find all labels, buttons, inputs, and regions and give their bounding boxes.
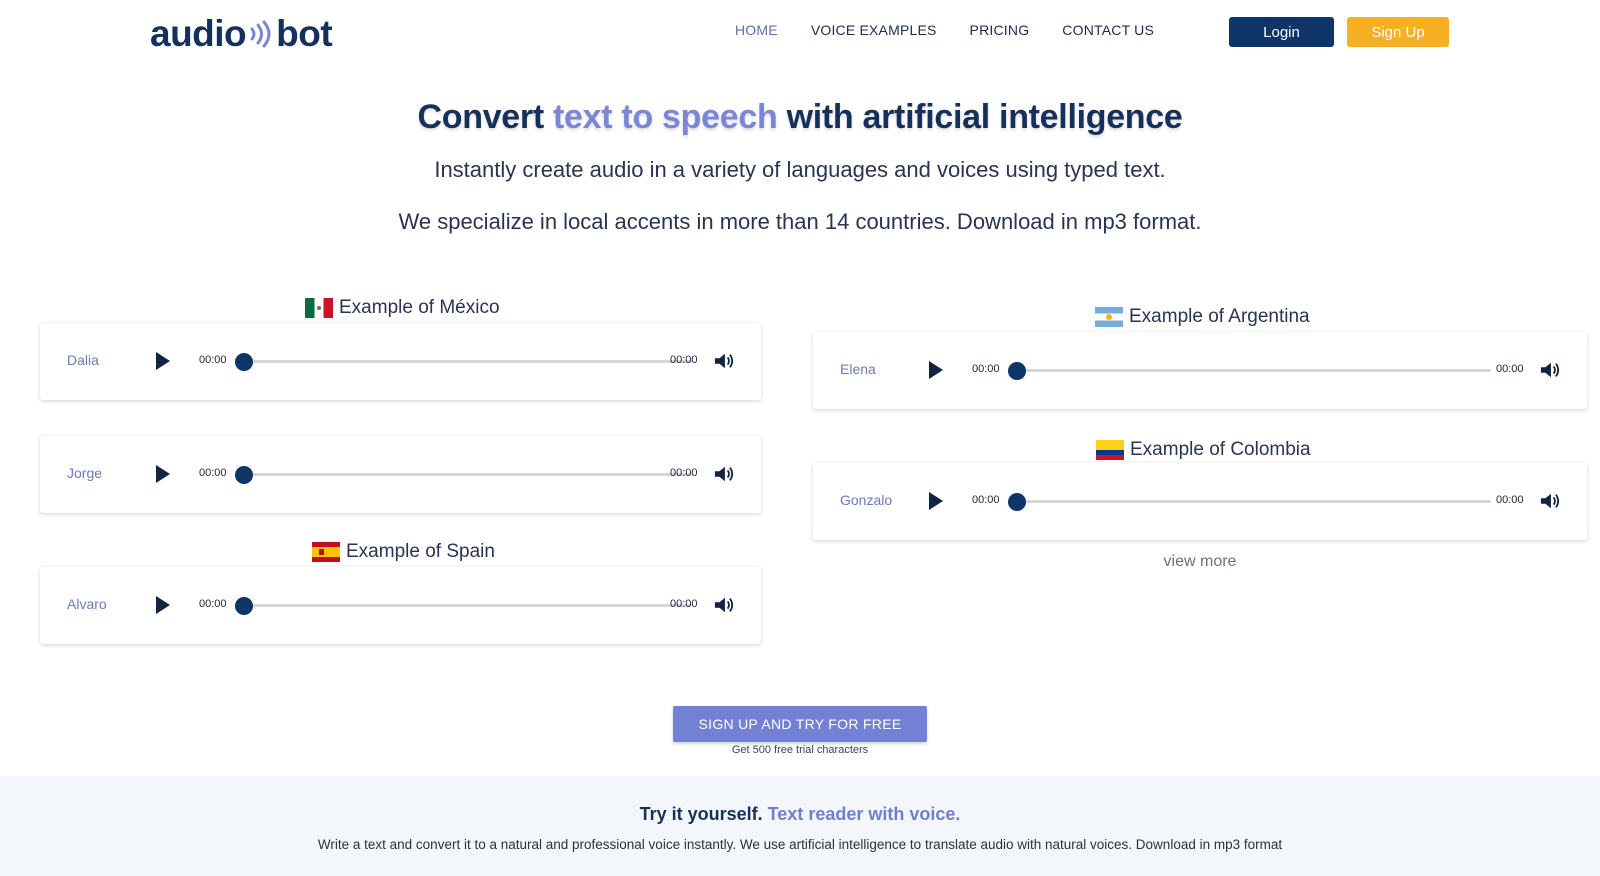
volume-icon[interactable]: [713, 595, 735, 615]
progress-track[interactable]: [1009, 500, 1491, 503]
duration-time: 00:00: [1496, 363, 1524, 375]
progress-knob[interactable]: [235, 466, 253, 484]
current-time: 00:00: [199, 467, 227, 479]
colombia-flag-icon: [1096, 440, 1124, 460]
try-it-section: Try it yourself. Text reader with voice.…: [0, 776, 1600, 876]
volume-icon[interactable]: [1539, 360, 1561, 380]
play-icon[interactable]: [156, 352, 170, 370]
progress-track[interactable]: [1009, 369, 1491, 372]
spain-flag-icon: [312, 542, 340, 562]
login-button[interactable]: Login: [1229, 17, 1334, 47]
try-it-description: Write a text and convert it to a natural…: [317, 837, 1283, 852]
volume-icon[interactable]: [713, 351, 735, 371]
duration-time: 00:00: [670, 467, 698, 479]
nav-pricing[interactable]: PRICING: [970, 22, 1030, 38]
try-it-title-accent: Text reader with voice.: [767, 804, 961, 824]
hero-title-part1: Convert: [417, 98, 554, 136]
audio-player-elena: Elena 00:00 00:00: [813, 332, 1587, 409]
duration-time: 00:00: [1496, 494, 1524, 506]
audio-player-alvaro: Alvaro 00:00 00:00: [40, 567, 761, 644]
voice-name: Jorge: [67, 465, 103, 481]
nav-voice-examples[interactable]: VOICE EXAMPLES: [811, 22, 937, 38]
try-it-title: Try it yourself. Text reader with voice.: [0, 804, 1600, 825]
view-more-link[interactable]: view more: [813, 553, 1587, 571]
current-time: 00:00: [972, 363, 1000, 375]
example-colombia-heading: Example of Colombia: [1096, 439, 1311, 461]
volume-icon[interactable]: [713, 464, 735, 484]
free-trial-note: Get 500 free trial characters: [731, 744, 869, 756]
duration-time: 00:00: [670, 598, 698, 610]
progress-knob[interactable]: [1008, 493, 1026, 511]
logo-text-bot: bot: [276, 13, 333, 54]
duration-time: 00:00: [670, 354, 698, 366]
signup-try-free-button[interactable]: SIGN UP AND TRY FOR FREE: [673, 706, 927, 742]
example-argentina-label: Example of Argentina: [1129, 306, 1310, 327]
current-time: 00:00: [199, 354, 227, 366]
example-spain-label: Example of Spain: [346, 541, 495, 562]
nav-home[interactable]: HOME: [735, 22, 778, 38]
nav-contact-us[interactable]: CONTACT US: [1062, 22, 1154, 38]
progress-track[interactable]: [236, 604, 692, 607]
sound-waves-icon: [248, 19, 274, 49]
voice-name: Gonzalo: [840, 492, 893, 508]
argentina-flag-icon: [1095, 307, 1123, 327]
play-icon[interactable]: [156, 465, 170, 483]
current-time: 00:00: [199, 598, 227, 610]
audio-player-dalia: Dalia 00:00 00:00: [40, 323, 761, 400]
example-spain-heading: Example of Spain: [312, 541, 495, 563]
site-header: audio bot HOME VOICE EXAMPLES PRICING CO…: [0, 0, 1600, 66]
hero-title-accent: text to speech: [553, 98, 778, 136]
voice-name: Dalia: [67, 352, 99, 368]
play-icon[interactable]: [156, 596, 170, 614]
try-it-title-part1: Try it yourself.: [639, 804, 768, 824]
volume-icon[interactable]: [1539, 491, 1561, 511]
audio-player-jorge: Jorge 00:00 00:00: [40, 436, 761, 513]
hero-subtitle-2: We specialize in local accents in more t…: [398, 209, 1202, 234]
progress-knob[interactable]: [235, 597, 253, 615]
signup-button[interactable]: Sign Up: [1347, 17, 1449, 47]
progress-track[interactable]: [236, 360, 692, 363]
hero-title-part2: with artificial intelligence: [777, 98, 1183, 136]
voice-name: Elena: [840, 361, 876, 377]
progress-knob[interactable]: [235, 353, 253, 371]
main-nav: HOME VOICE EXAMPLES PRICING CONTACT US: [735, 22, 1154, 38]
example-colombia-label: Example of Colombia: [1130, 439, 1311, 460]
example-mexico-label: Example of México: [339, 297, 500, 318]
voice-name: Alvaro: [67, 596, 107, 612]
mexico-flag-icon: [305, 298, 333, 318]
audio-player-gonzalo: Gonzalo 00:00 00:00: [813, 463, 1587, 540]
play-icon[interactable]: [929, 361, 943, 379]
current-time: 00:00: [972, 494, 1000, 506]
audiobot-logo[interactable]: audio bot: [150, 13, 333, 54]
progress-track[interactable]: [236, 473, 692, 476]
example-argentina-heading: Example of Argentina: [1095, 306, 1310, 328]
progress-knob[interactable]: [1008, 362, 1026, 380]
logo-text-audio: audio: [150, 13, 247, 54]
play-icon[interactable]: [929, 492, 943, 510]
example-mexico-heading: Example of México: [305, 297, 500, 319]
hero-subtitle-1: Instantly create audio in a variety of l…: [434, 157, 1166, 182]
hero-title: Convert text to speech with artificial i…: [0, 98, 1600, 137]
